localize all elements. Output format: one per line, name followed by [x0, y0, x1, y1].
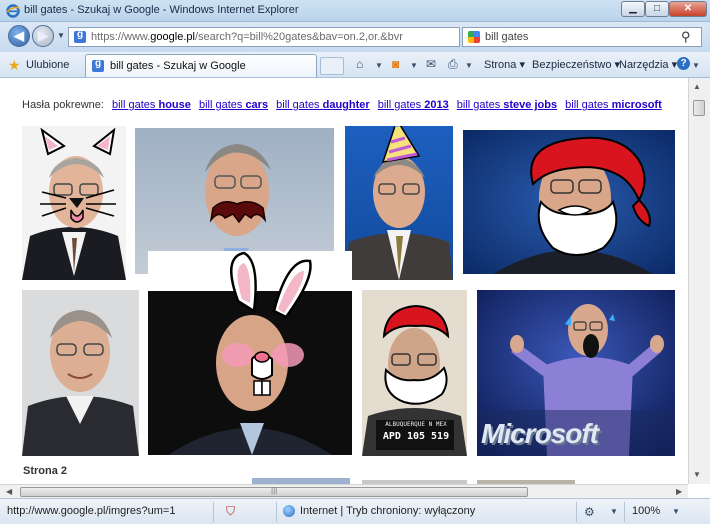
image-thumbnail-gnome-hat[interactable]	[463, 130, 675, 274]
image-thumbnail-mugshot[interactable]: ALBUQUERQUE N MEX APD 105 519	[362, 290, 467, 456]
tools-menu[interactable]: Narzędzia ▾	[619, 58, 677, 71]
image-thumbnail-bunny-ears[interactable]	[148, 251, 352, 455]
print-icon[interactable]: ⎙	[448, 57, 458, 72]
help-icon[interactable]: ?	[677, 57, 690, 70]
ie-logo-icon	[6, 4, 20, 18]
globe-icon	[283, 505, 295, 517]
forward-button[interactable]: ▶	[32, 25, 54, 47]
status-url: http://www.google.pl/imgres?um=1	[7, 505, 176, 517]
new-tab-button[interactable]	[320, 57, 344, 75]
rss-feed-icon[interactable]: ◙	[392, 57, 399, 71]
scroll-down-arrow-icon[interactable]: ▼	[693, 470, 701, 479]
related-link-steve-jobs[interactable]: bill gates steve jobs	[457, 99, 557, 111]
status-divider	[276, 502, 277, 522]
feed-dropdown-icon[interactable]: ▼	[410, 61, 418, 70]
favorites-bar: ★ Ulubione bill gates - Szukaj w Google …	[0, 52, 710, 78]
related-link-cars[interactable]: bill gates cars	[199, 99, 268, 111]
zoom-level[interactable]: 100%	[632, 505, 660, 517]
related-label: Hasła pokrewne:	[22, 99, 104, 111]
photo-portrait	[22, 290, 139, 456]
related-link-house[interactable]: bill gates house	[112, 99, 191, 111]
add-ons-icon[interactable]: ⚙	[584, 505, 595, 519]
home-icon[interactable]: ⌂	[356, 57, 363, 71]
related-searches: Hasła pokrewne: bill gates house bill ga…	[22, 99, 662, 111]
favorites-button[interactable]: ★ Ulubione	[8, 56, 69, 74]
window-title: bill gates - Szukaj w Google - Windows I…	[24, 4, 299, 16]
tab-bill-gates[interactable]: bill gates - Szukaj w Google	[85, 54, 317, 77]
address-text[interactable]: https://www.google.pl/search?q=bill%20ga…	[91, 31, 403, 43]
related-link-daughter[interactable]: bill gates daughter	[276, 99, 370, 111]
status-bar: http://www.google.pl/imgres?um=1 ⛉ Inter…	[0, 498, 710, 524]
address-bar[interactable]: https://www.google.pl/search?q=bill%20ga…	[68, 27, 520, 50]
photo-gnome-hat	[463, 130, 675, 274]
title-bar: bill gates - Szukaj w Google - Windows I…	[0, 0, 710, 22]
horizontal-scroll-thumb[interactable]: |||	[20, 486, 528, 497]
status-divider	[576, 502, 577, 522]
star-icon: ★	[8, 57, 21, 73]
safety-menu[interactable]: Bezpieczeństwo ▾	[532, 58, 620, 71]
search-input[interactable]: bill gates	[485, 31, 528, 43]
search-box[interactable]: bill gates ⚲	[462, 27, 702, 47]
image-thumbnail-party-hat[interactable]	[345, 126, 453, 280]
mugshot-caption-2: APD 105 519	[382, 431, 450, 442]
search-icon[interactable]: ⚲	[681, 29, 691, 45]
scroll-right-arrow-icon[interactable]: ▶	[676, 487, 682, 496]
maximize-button[interactable]: □	[645, 1, 669, 17]
page-menu[interactable]: Strona ▾	[484, 58, 525, 71]
security-shield-icon[interactable]: ⛉	[226, 504, 235, 519]
scroll-up-arrow-icon[interactable]: ▲	[693, 82, 701, 91]
google-favicon-icon	[74, 29, 86, 43]
zoom-dropdown-icon[interactable]: ▼	[672, 507, 680, 516]
home-dropdown-icon[interactable]: ▼	[375, 61, 383, 70]
status-divider	[624, 502, 625, 522]
mugshot-caption-1: ALBUQUERQUE N MEX	[385, 421, 447, 428]
add-ons-dropdown-icon[interactable]: ▼	[610, 507, 618, 516]
google-favicon-icon	[92, 58, 104, 72]
close-window-button[interactable]: ✕	[669, 1, 707, 17]
page-section-label: Strona 2	[23, 465, 68, 477]
image-thumbnail-microsoft[interactable]: Microsoft	[477, 290, 675, 456]
security-zone[interactable]: Internet | Tryb chroniony: wyłączony	[283, 505, 475, 517]
scroll-left-arrow-icon[interactable]: ◀	[6, 487, 12, 496]
horizontal-scrollbar[interactable]: ◀ ||| ▶	[0, 484, 688, 498]
help-dropdown-icon[interactable]: ▼	[692, 61, 700, 70]
google-search-provider-icon	[468, 31, 480, 43]
history-dropdown-icon[interactable]: ▼	[57, 31, 65, 40]
zone-label: Internet | Tryb chroniony: wyłączony	[300, 505, 476, 517]
print-dropdown-icon[interactable]: ▼	[465, 61, 473, 70]
vertical-scrollbar[interactable]: ▲ ▼	[688, 78, 710, 484]
image-thumbnail-portrait[interactable]	[22, 290, 139, 456]
minimize-button[interactable]: ▁	[621, 1, 645, 17]
grip-icon: |||	[271, 486, 278, 495]
related-link-microsoft[interactable]: bill gates microsoft	[565, 99, 662, 111]
tab-title: bill gates - Szukaj w Google	[110, 60, 246, 72]
vertical-scroll-thumb[interactable]	[693, 100, 705, 116]
microsoft-logo-text: Microsoft	[481, 418, 599, 449]
favorites-label: Ulubione	[26, 59, 70, 71]
status-divider	[213, 502, 214, 522]
photo-bunny-ears	[148, 251, 352, 455]
address-toolbar: ◀ ▶ ▼ https://www.google.pl/search?q=bil…	[0, 22, 710, 52]
back-button[interactable]: ◀	[8, 25, 30, 47]
photo-party-hat	[345, 126, 453, 280]
mail-icon[interactable]: ✉	[426, 57, 436, 71]
page-content: Hasła pokrewne: bill gates house bill ga…	[0, 78, 688, 484]
image-thumbnail-cat-ears[interactable]	[22, 126, 126, 280]
related-link-2013[interactable]: bill gates 2013	[378, 99, 449, 111]
photo-cat-ears	[22, 126, 126, 280]
